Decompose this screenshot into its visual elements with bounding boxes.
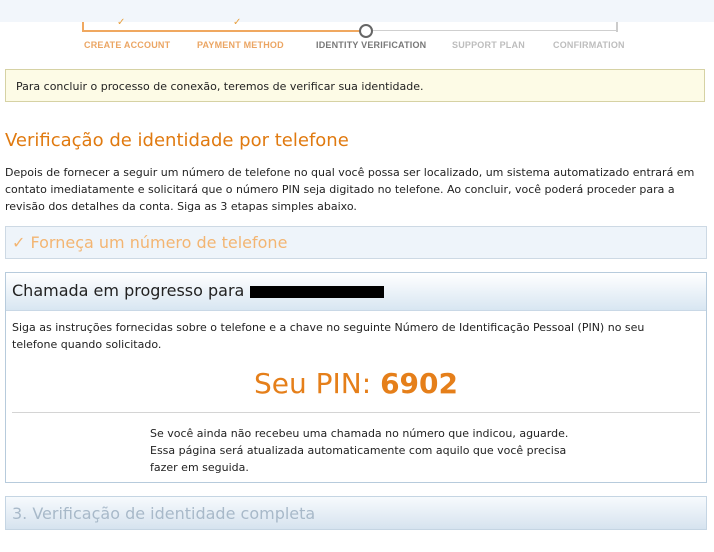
pin-label: Seu PIN: (253, 367, 372, 400)
step-payment-method: PAYMENT METHOD (197, 40, 284, 50)
pin-display: Seu PIN: 6902 (6, 367, 706, 400)
progress-line-complete (82, 30, 366, 32)
step3-title: 3. Verificação de identidade completa (12, 504, 316, 523)
pin-value: 6902 (380, 367, 458, 400)
waiting-message: Se você ainda não recebeu uma chamada no… (150, 427, 569, 474)
page-description: Depois de fornecer a seguir um número de… (5, 166, 695, 213)
check-icon: ✓ (12, 233, 26, 252)
step-check-icon: ✓ (117, 17, 126, 28)
identity-notice: Para concluir o processo de conexão, ter… (5, 69, 705, 102)
step-support-plan: SUPPORT PLAN (452, 40, 525, 50)
step-marker-end (616, 22, 618, 32)
step2-panel: Chamada em progresso para Siga as instru… (5, 272, 707, 483)
step1-panel[interactable]: ✓ Forneça um número de telefone (5, 226, 707, 259)
current-step-circle-icon (359, 24, 373, 38)
progress-tracker: ✓ ✓ CREATE ACCOUNT PAYMENT METHOD IDENTI… (0, 0, 714, 60)
step-create-account: CREATE ACCOUNT (84, 40, 171, 50)
step-check-icon: ✓ (233, 17, 242, 28)
progress-line-remaining (366, 30, 618, 31)
step2-header: Chamada em progresso para (6, 273, 706, 311)
page-title: Verificação de identidade por telefone (5, 130, 349, 151)
step-identity-verification: IDENTITY VERIFICATION (316, 40, 427, 50)
step1-title: Forneça um número de telefone (30, 233, 288, 252)
step2-instructions: Siga as instruções fornecidas sobre o te… (12, 321, 645, 351)
divider (12, 412, 700, 413)
redacted-phone-number (250, 285, 385, 298)
step2-title: Chamada em progresso para (12, 281, 245, 300)
step-confirmation: CONFIRMATION (553, 40, 625, 50)
step-marker-start (82, 22, 84, 32)
step3-panel: 3. Verificação de identidade completa (5, 496, 707, 530)
